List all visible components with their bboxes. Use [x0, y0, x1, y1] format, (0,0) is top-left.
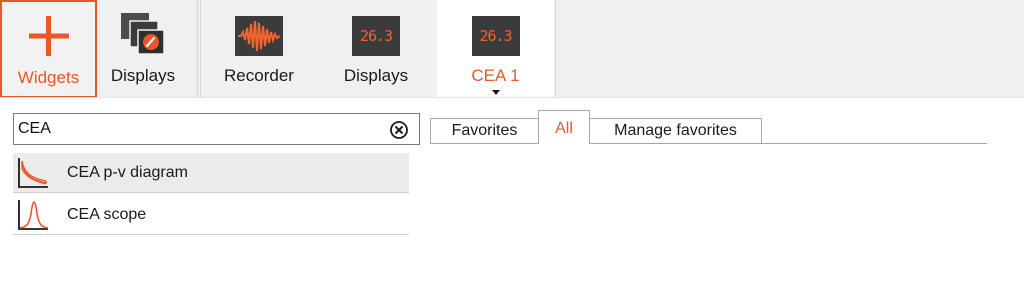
ribbon-toolbar: Widgets Displays Recorder 26.3 Displays …	[0, 0, 1024, 98]
tab-manage-favorites[interactable]: Manage favorites	[589, 118, 762, 144]
displays-edit-icon	[119, 0, 167, 58]
list-item-label: CEA scope	[67, 205, 147, 223]
lcd-display-value: 26.3	[352, 16, 400, 56]
list-item[interactable]: CEA scope	[13, 195, 409, 235]
toolbar-separator	[555, 0, 556, 98]
displays-lcd-button[interactable]: 26.3 Displays	[322, 0, 430, 98]
widgets-button-label: Widgets	[17, 68, 80, 87]
displays-button-label: Displays	[110, 66, 176, 85]
toolbar-bottom-border	[0, 97, 1024, 98]
cea1-lcd-value: 26.3	[471, 16, 520, 56]
cea1-button[interactable]: 26.3 CEA 1	[437, 0, 554, 98]
lcd-display-icon: 26.3	[352, 0, 400, 58]
displays-lcd-button-label: Displays	[343, 66, 409, 85]
cea1-button-label: CEA 1	[471, 66, 520, 85]
displays-button[interactable]: Displays	[98, 0, 188, 98]
toolbar-separator	[197, 0, 198, 98]
clear-icon[interactable]	[389, 120, 409, 140]
chevron-down-icon[interactable]	[491, 90, 500, 95]
recorder-button-label: Recorder	[224, 66, 294, 85]
list-item-label: CEA p-v diagram	[67, 163, 188, 181]
tab-favorites[interactable]: Favorites	[430, 118, 539, 144]
toolbar-separator	[200, 0, 201, 98]
waveform-icon	[235, 0, 283, 58]
lcd-display-icon: 26.3	[471, 0, 520, 58]
tab-all[interactable]: All	[538, 110, 590, 144]
widget-search-box[interactable]	[13, 113, 420, 145]
pv-diagram-icon	[13, 153, 53, 193]
list-item[interactable]: CEA p-v diagram	[13, 153, 409, 193]
scope-icon	[13, 195, 53, 235]
search-input[interactable]	[18, 116, 378, 142]
plus-icon	[27, 2, 71, 60]
widgets-button[interactable]: Widgets	[0, 0, 97, 98]
recorder-button[interactable]: Recorder	[205, 0, 313, 98]
